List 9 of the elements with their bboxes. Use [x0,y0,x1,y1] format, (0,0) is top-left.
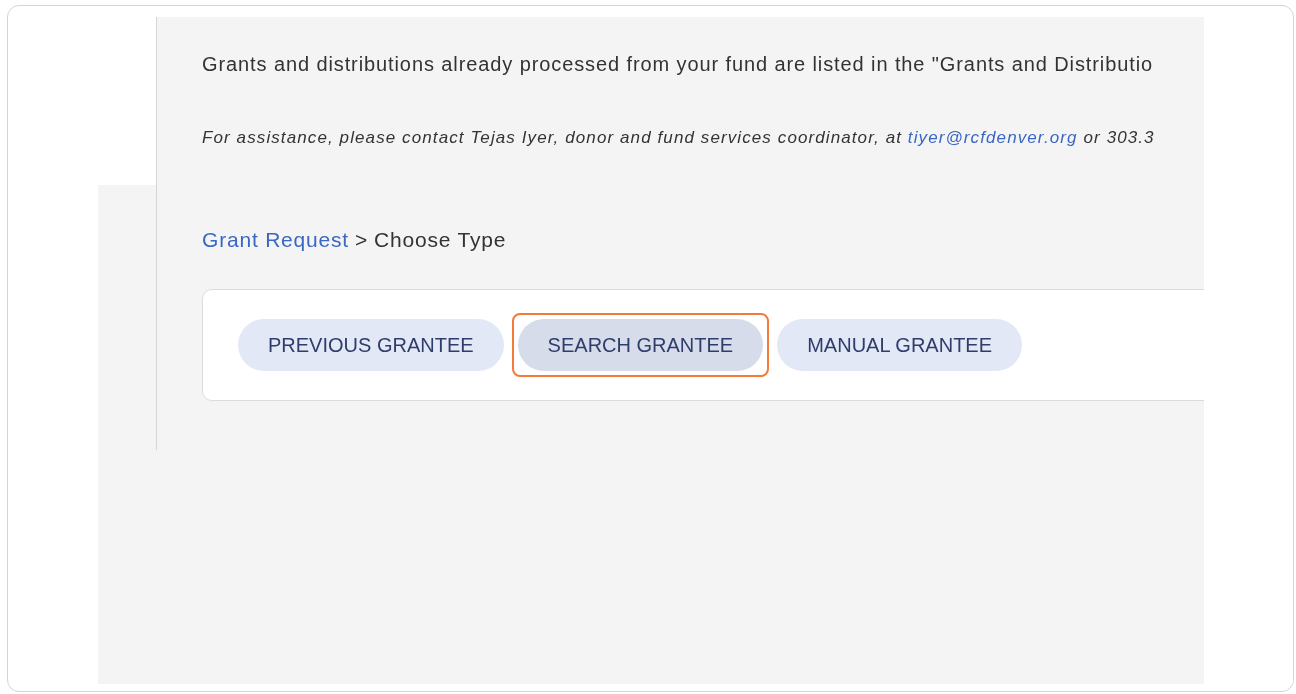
grantee-type-button[interactable]: MANUAL GRANTEE [777,319,1023,371]
breadcrumb-separator: > [355,228,369,252]
grantee-type-button[interactable]: SEARCH GRANTEE [517,319,764,371]
assistance-text: For assistance, please contact Tejas Iyer, donor and fund services coordinator, at tiyer@rcfdenver.org or 303.3 [202,128,1156,148]
breadcrumb-link[interactable]: Grant Request [202,228,349,252]
email-link[interactable]: tiyer@rcfdenver.org [907,128,1078,147]
grantee-type-button[interactable]: PREVIOUS GRANTEE [238,319,504,371]
breadcrumb-current: Choose Type [374,228,507,252]
intro-text: Grants and distributions already processed from your fund are listed in the "Grants and Distributio [202,53,1155,76]
